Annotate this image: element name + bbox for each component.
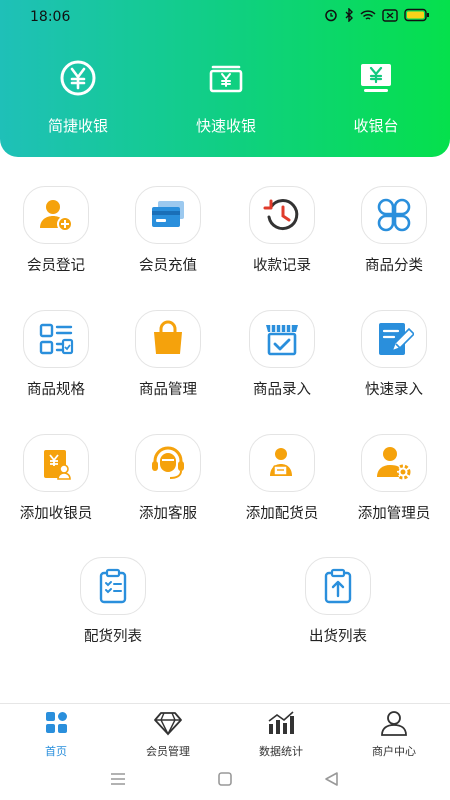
grid-label: 添加管理员	[357, 506, 431, 522]
grid-label: 添加客服	[139, 506, 197, 522]
bottom-tab-bar: 首页 会员管理 数据统计 商户中心	[0, 703, 450, 759]
tab-merchant-center-label: 商户中心	[372, 746, 416, 758]
quick-simple-checkout-label: 简捷收银	[47, 118, 108, 135]
cashier-icon	[44, 450, 71, 480]
home-grid-icon	[46, 712, 67, 733]
icon-box	[135, 186, 201, 244]
spec-list-icon	[39, 323, 74, 355]
icon-box	[23, 310, 89, 368]
grid-distribution-list[interactable]: 配货列表	[57, 557, 169, 646]
quick-fast-checkout-button[interactable]: 快速收银	[161, 58, 291, 136]
grid-member-recharge[interactable]: 会员充值	[112, 186, 224, 275]
quick-cashier-desk-button[interactable]: 收银台	[311, 58, 441, 136]
icon-box	[249, 434, 315, 492]
headset-icon	[152, 446, 184, 479]
grid-quick-entry[interactable]: 快速录入	[338, 310, 450, 399]
icon-box	[249, 186, 315, 244]
tab-merchant-center[interactable]: 商户中心	[338, 710, 450, 759]
grid-label: 会员充值	[139, 258, 197, 274]
tab-statistics-label: 数据统计	[259, 746, 303, 758]
tab-home-label: 首页	[45, 746, 67, 758]
admin-gear-icon	[377, 447, 411, 480]
grid-product-spec[interactable]: 商品规格	[0, 310, 112, 399]
tab-statistics[interactable]: 数据统计	[225, 710, 337, 759]
yuan-monitor-icon	[361, 64, 391, 92]
grid-label: 出货列表	[309, 629, 367, 645]
grid-add-customer-service[interactable]: 添加客服	[112, 434, 224, 523]
shopping-bag-icon	[154, 320, 182, 354]
quick-simple-checkout-button[interactable]: 简捷收银	[13, 58, 143, 136]
grid-product-manage[interactable]: 商品管理	[112, 310, 224, 399]
grid-label: 添加配货员	[245, 506, 319, 522]
grid-member-register[interactable]: 会员登记	[0, 186, 112, 275]
diamond-icon	[154, 712, 182, 736]
grid-label: 收款记录	[253, 258, 311, 274]
grid-payment-records[interactable]: 收款记录	[226, 186, 338, 275]
grid-product-entry[interactable]: 商品录入	[226, 310, 338, 399]
icon-box	[23, 434, 89, 492]
icon-box	[80, 557, 146, 615]
status-icons	[324, 8, 430, 22]
clipboard-upload-icon	[324, 568, 352, 604]
bar-chart-icon	[268, 711, 294, 734]
grid-add-cashier[interactable]: 添加收银员	[0, 434, 112, 523]
user-icon	[381, 711, 407, 736]
back-icon[interactable]	[320, 769, 344, 789]
tab-home[interactable]: 首页	[0, 710, 112, 759]
grid-label: 快速录入	[365, 382, 423, 398]
grid-label: 商品管理	[139, 382, 197, 398]
history-icon	[263, 199, 299, 231]
add-member-icon	[40, 200, 73, 232]
delivery-person-icon	[270, 448, 292, 476]
category-icon	[377, 198, 411, 232]
grid-label: 会员登记	[27, 258, 85, 274]
icon-box	[249, 310, 315, 368]
card-icon	[152, 201, 184, 227]
grid-label: 商品规格	[27, 382, 85, 398]
icon-box	[361, 186, 427, 244]
icon-box	[361, 434, 427, 492]
icon-box	[361, 310, 427, 368]
edit-note-icon	[379, 323, 414, 355]
grid-product-category[interactable]: 商品分类	[338, 186, 450, 275]
icon-box	[135, 310, 201, 368]
store-check-icon	[266, 325, 298, 356]
grid-label: 商品录入	[253, 382, 311, 398]
icon-box	[135, 434, 201, 492]
header-banner: 18:06 简捷收银 快速收银 收银台	[0, 0, 450, 157]
grid-label: 商品分类	[365, 258, 423, 274]
yuan-circle-icon	[60, 60, 96, 96]
grid-label: 配货列表	[84, 629, 142, 645]
tab-member-manage-label: 会员管理	[146, 746, 190, 758]
grid-shipment-list[interactable]: 出货列表	[282, 557, 394, 646]
tab-member-manage[interactable]: 会员管理	[112, 710, 224, 759]
sim-icon	[382, 8, 398, 22]
alarm-icon	[325, 9, 337, 22]
menu-icon[interactable]	[106, 769, 130, 789]
icon-box	[305, 557, 371, 615]
home-icon[interactable]	[213, 769, 237, 789]
quick-fast-checkout-label: 快速收银	[195, 118, 256, 135]
bluetooth-icon	[345, 8, 353, 22]
quick-cashier-desk-label: 收银台	[353, 118, 399, 135]
grid-add-delivery-staff[interactable]: 添加配货员	[226, 434, 338, 523]
clipboard-list-icon	[99, 568, 127, 604]
status-bar: 18:06	[0, 0, 450, 32]
wifi-icon	[360, 9, 376, 20]
status-time: 18:06	[30, 9, 71, 25]
yuan-tray-icon	[209, 65, 243, 93]
system-nav-bar	[0, 759, 450, 800]
grid-label: 添加收银员	[19, 506, 93, 522]
grid-add-admin[interactable]: 添加管理员	[338, 434, 450, 523]
icon-box	[23, 186, 89, 244]
battery-icon	[404, 8, 429, 22]
